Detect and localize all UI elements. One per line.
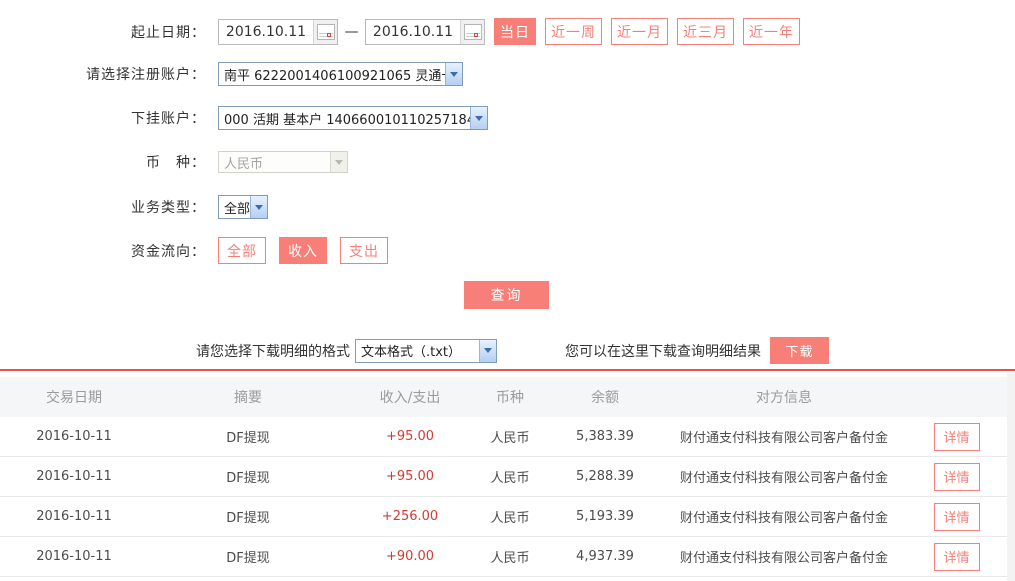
funds-flow-row: 资金流向： 全部 收入 支出 (0, 237, 1015, 264)
header-currency: 币种 (472, 387, 548, 407)
sub-account-select[interactable]: 000 活期 基本户 1406600101102571848 (218, 106, 488, 130)
header-balance: 余额 (548, 387, 662, 407)
cell-summary: DF提现 (148, 507, 348, 526)
cell-summary: DF提现 (148, 547, 348, 566)
flow-expense-button[interactable]: 支出 (340, 237, 388, 264)
cell-date: 2016-10-11 (0, 469, 148, 484)
cell-summary: DF提现 (148, 467, 348, 486)
detail-button[interactable]: 详情 (934, 543, 980, 571)
table-row: 2016-10-11 DF提现 +90.00 人民币 4,937.39 财付通支… (0, 537, 1007, 577)
start-date-calendar-button[interactable] (313, 20, 337, 44)
chevron-down-icon (470, 107, 487, 129)
currency-label: 币 种： (0, 152, 206, 172)
date-range-label: 起止日期： (0, 22, 206, 42)
sub-account-row: 下挂账户： 000 活期 基本户 1406600101102571848 (0, 106, 1015, 130)
cell-date: 2016-10-11 (0, 509, 148, 524)
business-type-label: 业务类型： (0, 197, 206, 217)
sub-account-value: 000 活期 基本户 1406600101102571848 (219, 109, 470, 128)
date-range-row: 起止日期： 2016.10.11 — 2016.10.11 当日 近一周 近一月… (0, 18, 1015, 45)
start-date-value: 2016.10.11 (219, 24, 313, 40)
flow-all-button[interactable]: 全部 (218, 237, 266, 264)
detail-button[interactable]: 详情 (934, 503, 980, 531)
currency-value: 人民币 (219, 153, 330, 172)
cell-date: 2016-10-11 (0, 549, 148, 564)
cell-amount: +95.00 (348, 429, 472, 444)
cell-balance: 4,937.39 (548, 549, 662, 564)
cell-date: 2016-10-11 (0, 429, 148, 444)
chevron-down-icon (445, 63, 462, 85)
cell-counterparty: 财付通支付科技有限公司客户备付金 (662, 427, 906, 446)
register-account-select[interactable]: 南平 6222001406100921065 灵通卡 (218, 62, 463, 86)
end-date-input[interactable]: 2016.10.11 (365, 19, 485, 45)
transaction-query-page: 起止日期： 2016.10.11 — 2016.10.11 当日 近一周 近一月… (0, 0, 1015, 581)
download-row: 请您选择下载明细的格式 文本格式（.txt） 您可以在这里下载查询明细结果 下载 (196, 337, 1015, 364)
calendar-icon (317, 24, 335, 40)
calendar-icon (464, 24, 482, 40)
cell-summary: DF提现 (148, 427, 348, 446)
sub-account-label: 下挂账户： (0, 108, 206, 128)
cell-amount: +95.00 (348, 469, 472, 484)
quick-range-today-button[interactable]: 当日 (494, 18, 536, 45)
cell-currency: 人民币 (472, 547, 548, 566)
cell-amount: +90.00 (348, 549, 472, 564)
cell-balance: 5,383.39 (548, 429, 662, 444)
business-type-value: 全部 (219, 198, 250, 217)
cell-counterparty: 财付通支付科技有限公司客户备付金 (662, 507, 906, 526)
quick-range-year-button[interactable]: 近一年 (743, 18, 800, 45)
business-type-select[interactable]: 全部 (218, 195, 268, 219)
header-amount: 收入/支出 (348, 387, 472, 407)
funds-flow-label: 资金流向： (0, 241, 206, 261)
quick-range-week-button[interactable]: 近一周 (545, 18, 602, 45)
cell-counterparty: 财付通支付科技有限公司客户备付金 (662, 547, 906, 566)
register-account-row: 请选择注册账户： 南平 6222001406100921065 灵通卡 (0, 62, 1015, 86)
quick-range-3months-button[interactable]: 近三月 (677, 18, 734, 45)
currency-row: 币 种： 人民币 (0, 151, 1015, 173)
chevron-down-icon (250, 196, 267, 218)
register-account-label: 请选择注册账户： (0, 64, 206, 84)
chevron-down-icon (330, 152, 347, 172)
download-button[interactable]: 下载 (770, 337, 829, 364)
chevron-down-icon (479, 340, 496, 362)
cell-counterparty: 财付通支付科技有限公司客户备付金 (662, 467, 906, 486)
results-table: 交易日期 摘要 收入/支出 币种 余额 对方信息 2016-10-11 DF提现… (0, 377, 1007, 577)
cell-balance: 5,288.39 (548, 469, 662, 484)
download-format-value: 文本格式（.txt） (356, 341, 479, 360)
cell-amount: +256.00 (348, 509, 472, 524)
end-date-value: 2016.10.11 (366, 24, 460, 40)
table-header-row: 交易日期 摘要 收入/支出 币种 余额 对方信息 (0, 377, 1007, 417)
start-date-input[interactable]: 2016.10.11 (218, 19, 338, 45)
business-type-row: 业务类型： 全部 (0, 195, 1015, 219)
cell-currency: 人民币 (472, 507, 548, 526)
header-summary: 摘要 (148, 387, 348, 407)
cell-currency: 人民币 (472, 427, 548, 446)
table-row: 2016-10-11 DF提现 +256.00 人民币 5,193.39 财付通… (0, 497, 1007, 537)
download-format-label: 请您选择下载明细的格式 (196, 341, 350, 361)
table-top-divider (0, 369, 1015, 371)
table-right-gutter (1007, 373, 1015, 581)
query-button[interactable]: 查询 (464, 281, 549, 309)
header-counterparty: 对方信息 (662, 387, 906, 407)
flow-income-button[interactable]: 收入 (279, 237, 327, 264)
detail-button[interactable]: 详情 (934, 463, 980, 491)
cell-balance: 5,193.39 (548, 509, 662, 524)
quick-range-month-button[interactable]: 近一月 (611, 18, 668, 45)
cell-currency: 人民币 (472, 467, 548, 486)
table-row: 2016-10-11 DF提现 +95.00 人民币 5,288.39 财付通支… (0, 457, 1007, 497)
register-account-value: 南平 6222001406100921065 灵通卡 (219, 65, 445, 84)
table-row: 2016-10-11 DF提现 +95.00 人民币 5,383.39 财付通支… (0, 417, 1007, 457)
header-date: 交易日期 (0, 387, 148, 407)
end-date-calendar-button[interactable] (460, 20, 484, 44)
currency-select-disabled: 人民币 (218, 151, 348, 173)
download-hint: 您可以在这里下载查询明细结果 (565, 341, 761, 361)
date-separator: — (338, 24, 365, 40)
detail-button[interactable]: 详情 (934, 423, 980, 451)
download-format-select[interactable]: 文本格式（.txt） (355, 339, 497, 363)
